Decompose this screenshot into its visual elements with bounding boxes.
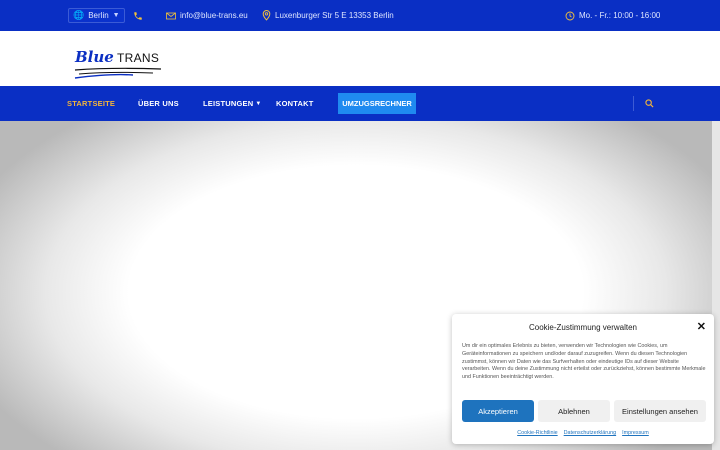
close-icon[interactable]: ✕ [697, 320, 706, 333]
nav-item-ueber-uns[interactable]: ÜBER UNS [138, 86, 179, 121]
cookie-consent-dialog: Cookie-Zustimmung verwalten ✕ Um dir ein… [452, 314, 714, 444]
nav-item-leistungen-label: LEISTUNGEN [203, 99, 254, 108]
city-selector[interactable]: 🌐 Berlin ▼ [68, 8, 125, 23]
phone-icon [133, 11, 143, 21]
opening-hours: Mo. - Fr.: 10:00 - 16:00 [565, 0, 660, 31]
cookie-title: Cookie-Zustimmung verwalten [528, 323, 638, 332]
email-text: info@blue-trans.eu [180, 11, 248, 20]
address-link[interactable]: Luxenburger Str 5 E 13353 Berlin [262, 0, 394, 31]
cookie-policy-link[interactable]: Cookie-Richtlinie [517, 430, 557, 436]
nav-item-startseite[interactable]: STARTSEITE [67, 86, 115, 121]
deny-button[interactable]: Ablehnen [538, 400, 610, 422]
logo-word-blue: Blue [75, 48, 114, 66]
logo-swoosh-icon [74, 67, 162, 79]
settings-button[interactable]: Einstellungen ansehen [614, 400, 706, 422]
nav-item-leistungen[interactable]: LEISTUNGEN ▼ [203, 86, 261, 121]
envelope-icon [166, 12, 176, 20]
hours-text: Mo. - Fr.: 10:00 - 16:00 [579, 11, 661, 20]
logo-word-trans: TRANS [117, 51, 160, 65]
logo[interactable]: Blue TRANS [73, 48, 163, 82]
address-text: Luxenburger Str 5 E 13353 Berlin [275, 11, 394, 20]
chevron-down-icon: ▼ [112, 12, 120, 19]
accept-button[interactable]: Akzeptieren [462, 400, 534, 422]
search-icon [645, 99, 654, 108]
phone-link[interactable] [133, 0, 143, 31]
top-bar: 🌐 Berlin ▼ info@blue-trans.eu Luxenburge… [0, 0, 720, 31]
email-link[interactable]: info@blue-trans.eu [166, 0, 248, 31]
nav-divider [633, 96, 634, 111]
nav-item-kontakt[interactable]: KONTAKT [276, 86, 314, 121]
cookie-links: Cookie-Richtlinie Datenschutzerklärung I… [452, 430, 714, 436]
search-button[interactable] [645, 86, 654, 121]
city-label: Berlin [88, 11, 109, 20]
umzugsrechner-button[interactable]: UMZUGSRECHNER [338, 93, 416, 114]
map-pin-icon [262, 10, 271, 21]
privacy-link[interactable]: Datenschutzerklärung [564, 430, 616, 436]
cookie-text: Um dir ein optimales Erlebnis zu bieten,… [462, 343, 706, 381]
globe-icon: 🌐 [73, 10, 85, 20]
clock-icon [565, 11, 575, 21]
chevron-down-icon: ▼ [255, 100, 262, 107]
main-navigation: STARTSEITE ÜBER UNS LEISTUNGEN ▼ KONTAKT… [0, 86, 720, 121]
imprint-link[interactable]: Impressum [622, 430, 649, 436]
